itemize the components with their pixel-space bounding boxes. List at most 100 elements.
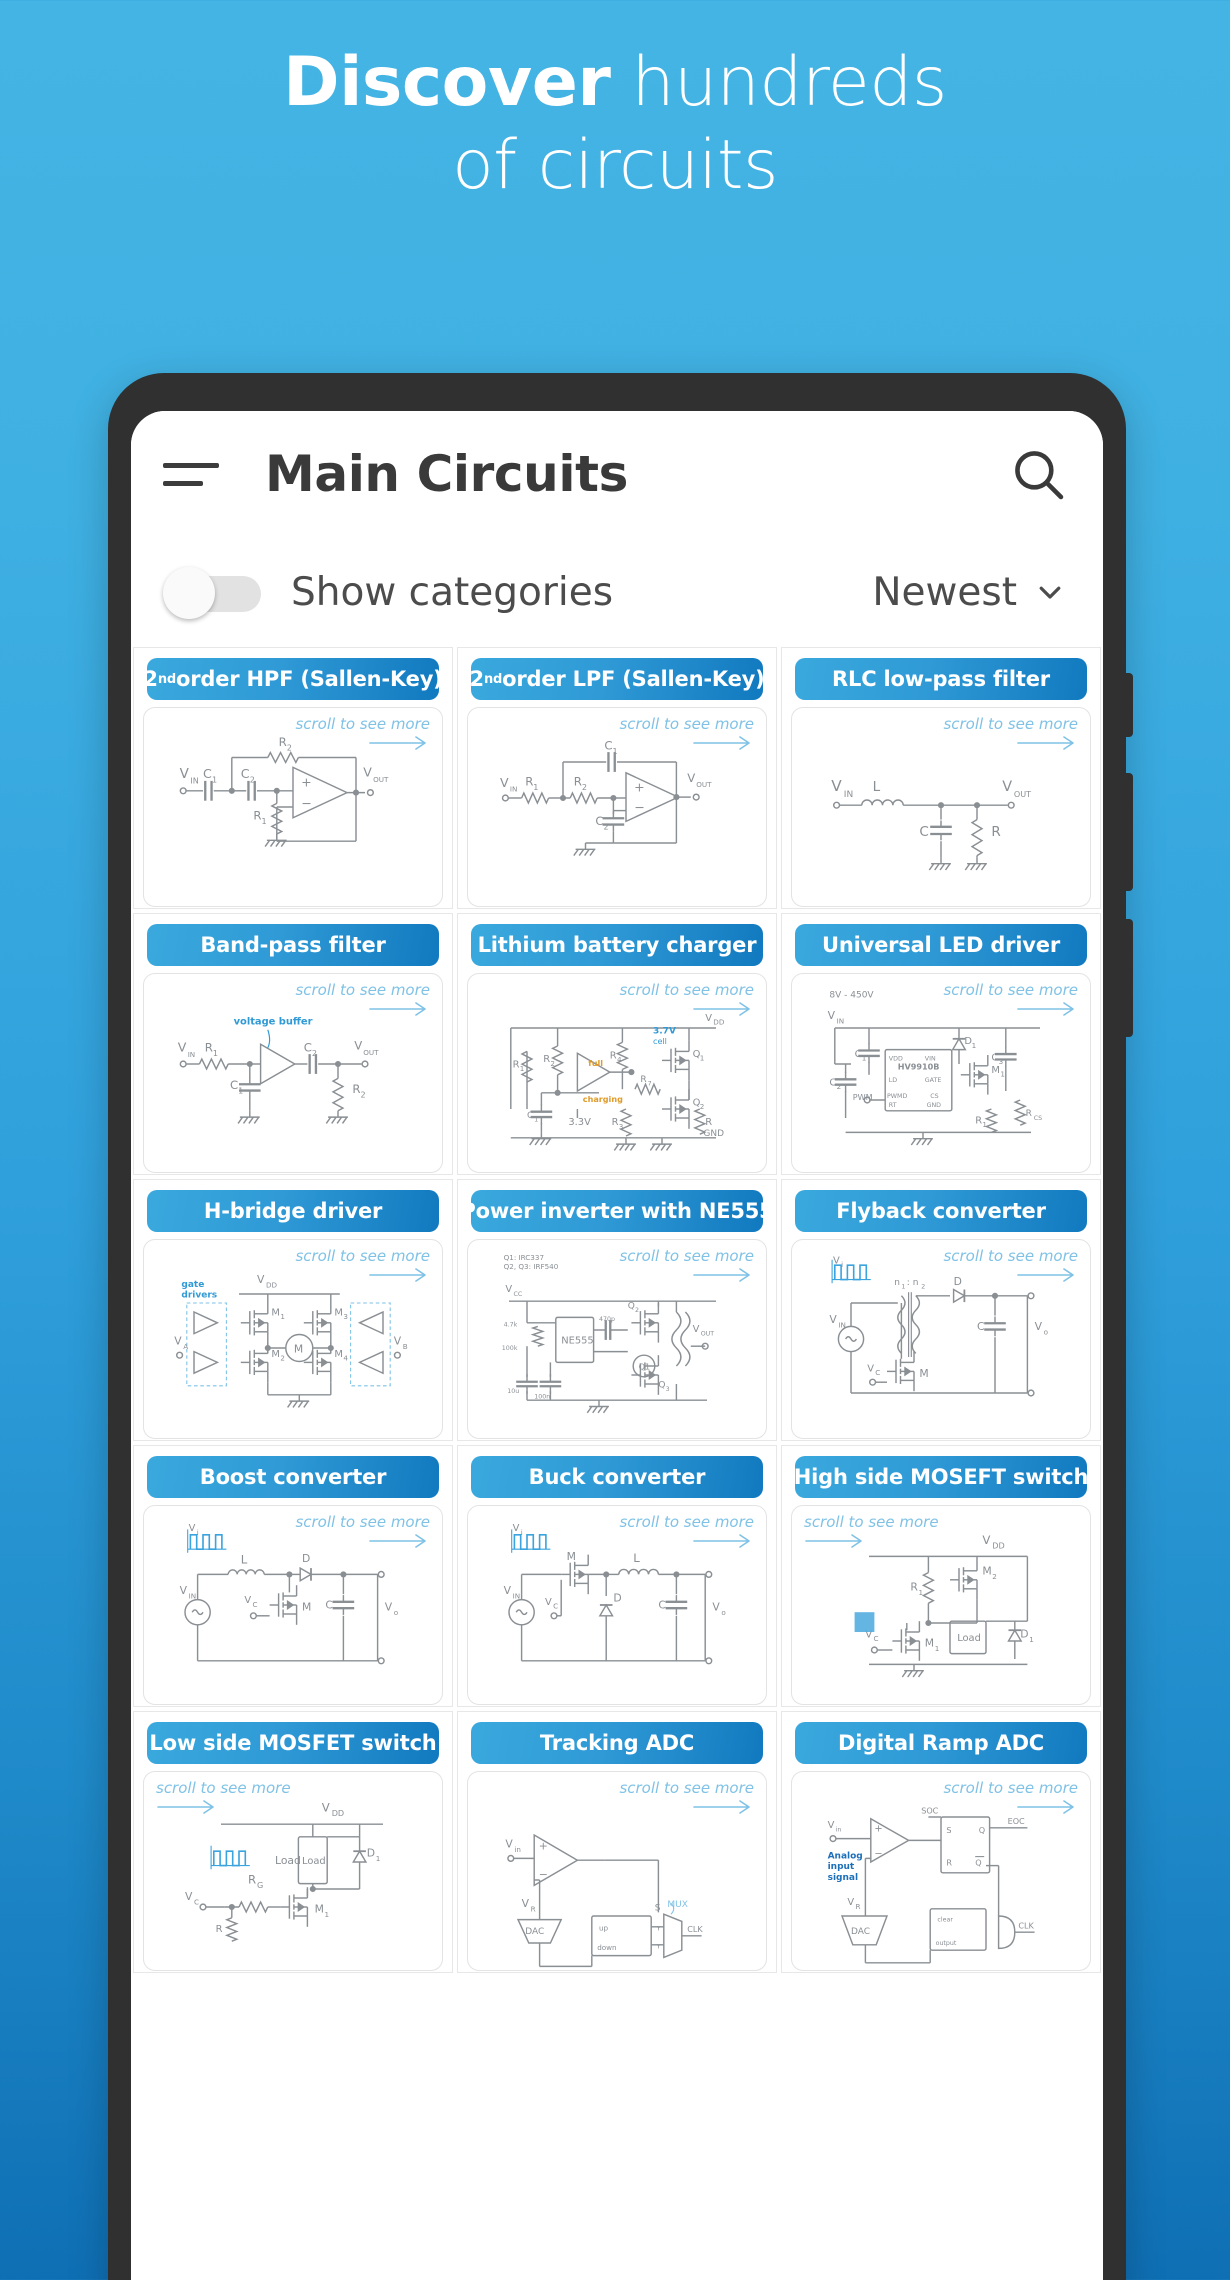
svg-text:drivers: drivers [181,1291,217,1301]
svg-text:3: 3 [343,1312,348,1321]
hero-line-1-rest: hundreds [610,43,947,122]
circuit-card[interactable]: Flyback converter Vi V IN n1 : n2 D C Vo … [781,1179,1101,1441]
svg-text:R: R [610,1051,617,1062]
circuit-card[interactable]: Band-pass filter V IN R1 C1 C2 V OUT R2 vo… [133,913,453,1175]
svg-text:up: up [599,1923,609,1932]
show-categories-toggle[interactable] [163,567,261,619]
circuit-schematic-boost: Vi V IN L D C Vo M VC [144,1506,442,1704]
svg-text:2: 2 [604,822,609,832]
svg-text:i: i [841,1260,843,1269]
svg-text:CLK: CLK [687,1924,703,1934]
circuit-preview[interactable]: Vin Analog input signal + − S R Q Q EOC S… [791,1771,1091,1971]
svg-text:1: 1 [1000,1070,1005,1079]
circuit-preview[interactable]: V IN R1 R2 C2 C1 + − V OUT scroll to see mo… [467,707,767,907]
svg-text:Q: Q [628,1301,635,1311]
svg-text:M: M [919,1367,928,1380]
circuit-grid: 2nd order HPF (Sallen-Key) VIN C1 C2 R1 … [131,647,1103,1973]
circuit-card[interactable]: Lithium battery charger R1 R2 C1 3.3V R4… [457,913,777,1175]
circuit-card[interactable]: RLC low-pass filter V IN L V OUT C R scrol… [781,647,1101,909]
circuit-preview[interactable]: gate drivers V DD M1 M2 M3 M4 M VA VB scr… [143,1239,443,1439]
svg-text:V: V [244,1595,251,1606]
svg-text:R: R [991,824,1000,840]
svg-text:C: C [829,1078,836,1089]
svg-text:R: R [910,1581,918,1594]
circuit-schematic-high-side-switch: V DD R1 M2 Load D1 M1 VC [792,1506,1090,1704]
svg-text:4.7k: 4.7k [504,1321,518,1328]
circuit-card[interactable]: 2nd order LPF (Sallen-Key) VIN R1 R2 C2 … [457,647,777,909]
svg-text:7: 7 [648,1081,652,1088]
circuit-preview[interactable]: V DD R1 M2 Load D1 M1 VC scroll to see mo… [791,1505,1091,1705]
sort-dropdown[interactable]: Newest [872,570,1069,615]
circuit-card[interactable]: Universal LED driver 8V - 450V V IN C1 C2… [781,913,1101,1175]
svg-text:V: V [1002,779,1012,795]
svg-text:OUT: OUT [701,1330,715,1337]
svg-text:M: M [334,1308,343,1319]
circuit-preview[interactable]: Vin + − VR DAC up down MUX S Y Y CLK scro… [467,1771,767,1971]
circuit-card-title: 2nd order HPF (Sallen-Key) [147,658,439,700]
phone-side-button-power[interactable] [1124,673,1133,737]
circuit-card[interactable]: Power inverter with NE555 Q1: IRC337 Q2,… [457,1179,777,1441]
circuit-preview[interactable]: Vi V IN M L D C Vo VC scroll to see more [467,1505,767,1705]
svg-text:R: R [525,774,533,788]
circuit-card-title: 2nd order LPF (Sallen-Key) [471,658,763,700]
svg-text:V: V [867,1363,874,1374]
svg-text:V: V [189,1523,196,1534]
circuit-card-title: RLC low-pass filter [795,658,1087,700]
svg-text:CS: CS [930,1093,938,1100]
svg-text:CS: CS [1034,1115,1042,1122]
svg-text:2: 2 [837,1082,842,1091]
svg-text:R: R [975,1115,982,1126]
svg-text:−: − [301,796,312,811]
svg-text:MUX: MUX [667,1900,688,1910]
phone-side-button-volume-down[interactable] [1124,919,1133,1037]
svg-text:1: 1 [935,1644,940,1653]
circuit-preview[interactable]: V IN R1 C1 C2 V OUT R2 voltage buffer scro… [143,973,443,1173]
circuit-preview[interactable]: R1 R2 C1 3.3V R4 R7 Q1 Q2 R3 R V DD GND 3… [467,973,767,1173]
hamburger-icon[interactable] [163,452,225,496]
svg-text:SOC: SOC [921,1805,938,1815]
svg-text:DD: DD [992,1540,1004,1550]
svg-text:cell: cell [653,1036,667,1046]
circuit-preview[interactable]: Vi V IN n1 : n2 D C Vo M VC scroll to see… [791,1239,1091,1439]
circuit-card[interactable]: 2nd order HPF (Sallen-Key) VIN C1 C2 R1 … [133,647,453,909]
svg-text:M: M [567,1550,576,1563]
svg-text:V: V [693,1324,700,1335]
circuit-card-title: Digital Ramp ADC [795,1722,1087,1764]
svg-text:2: 2 [992,1572,997,1581]
svg-text:IN: IN [188,1050,196,1059]
svg-text:V: V [180,766,190,782]
svg-text:R: R [513,1060,520,1071]
circuit-preview[interactable]: V DD Load Load D1 RG VC M1 R scroll to se… [143,1771,443,1971]
circuit-card-title: Boost converter [147,1456,439,1498]
chevron-down-icon [1039,586,1061,599]
svg-text:DD: DD [332,1808,344,1818]
svg-text:4: 4 [343,1354,348,1363]
circuit-card[interactable]: Low side MOSFET switch V DD Load Load D1 … [133,1711,453,1973]
circuit-card[interactable]: Boost converter Vi V IN L D C Vo M VC scr… [133,1445,453,1707]
circuit-preview[interactable]: V IN C1 C2 R1 R2 + − V OUT scroll to see mo… [143,707,443,907]
phone-side-button-volume-up[interactable] [1124,773,1133,891]
circuit-card[interactable]: Buck converter Vi V IN M L D C Vo VC scro… [457,1445,777,1707]
circuit-card[interactable]: High side MOSEFT switch V DD R1 M2 Load D… [781,1445,1101,1707]
svg-text:in: in [836,1826,842,1833]
toggle-thumb [163,567,215,619]
filter-bar: Show categories Newest [131,537,1103,647]
svg-text:DD: DD [713,1017,725,1026]
svg-text:4: 4 [617,1055,622,1064]
circuit-card[interactable]: H-bridge driver gate drivers V DD M1 M2 M… [133,1179,453,1441]
svg-text:R: R [279,735,287,749]
svg-text:V: V [687,771,695,785]
svg-text:IN: IN [510,785,518,794]
svg-text:V: V [504,1584,512,1597]
svg-text:GND: GND [927,1102,942,1109]
circuit-card-title: High side MOSEFT switch [795,1456,1087,1498]
circuit-preview[interactable]: V IN L V OUT C R scroll to see more [791,707,1091,907]
circuit-preview[interactable]: Q1: IRC337 Q2, Q3: IRF540 V CC NE555 4.7k… [467,1239,767,1439]
circuit-preview[interactable]: 8V - 450V V IN C1 C2 D1 C3 HV9910B VDD VI… [791,973,1091,1173]
hero-strong-word: Discover [283,43,611,122]
circuit-preview[interactable]: Vi V IN L D C Vo M VC scroll to see more [143,1505,443,1705]
circuit-card[interactable]: Tracking ADC Vin + − VR DAC up down MUX S… [457,1711,777,1973]
circuit-card-title: Buck converter [471,1456,763,1498]
search-icon[interactable] [1009,445,1067,503]
circuit-card[interactable]: Digital Ramp ADC Vin Analog input signal… [781,1711,1101,1973]
